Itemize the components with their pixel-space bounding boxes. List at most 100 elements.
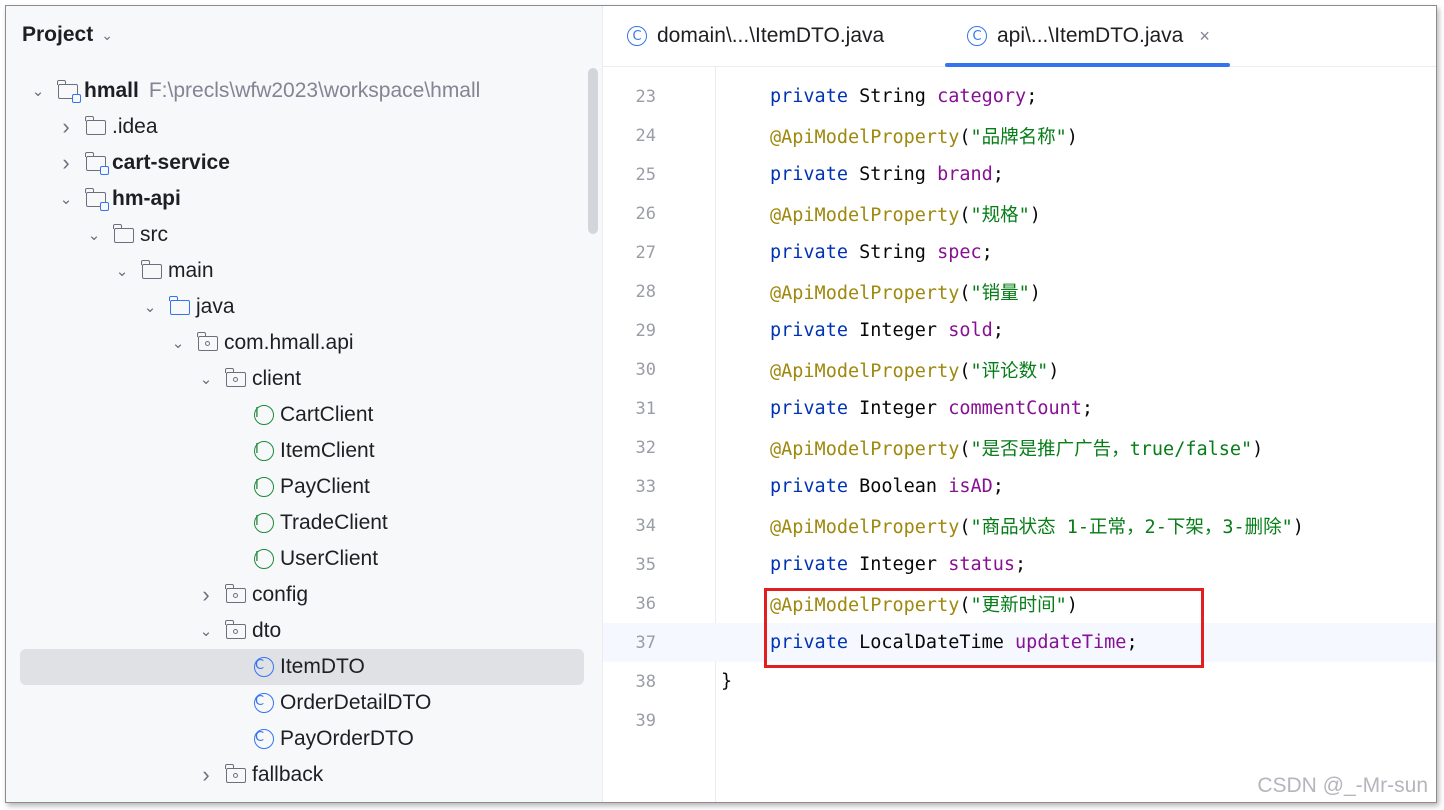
code-text: @ApiModelProperty("评论数") — [770, 360, 1060, 382]
code-line[interactable]: 31 private Integer commentCount; — [603, 389, 1436, 428]
line-number: 34 — [635, 515, 656, 536]
tree-item[interactable]: I ItemClient — [20, 433, 584, 469]
class-icon: C — [254, 657, 274, 677]
tree-item[interactable]: I CartClient — [20, 397, 584, 433]
code-line[interactable]: 29 private Integer sold; — [603, 311, 1436, 350]
chevron-right-icon[interactable]: › — [198, 582, 214, 608]
line-number: 27 — [635, 242, 656, 263]
tab-domain-itemdto[interactable]: Cdomain\...\ItemDTO.java — [627, 6, 884, 66]
package-icon — [225, 583, 246, 603]
tree-item[interactable]: › config — [20, 577, 584, 613]
chevron-down-icon[interactable]: ⌄ — [198, 370, 214, 388]
tree-item[interactable]: ⌄ dto — [20, 613, 584, 649]
project-panel: Project ⌄ ⌄ hmall F:\precls\wfw2023\worksp… — [6, 6, 603, 802]
line-number: 36 — [635, 593, 656, 614]
code-line[interactable]: 33 private Boolean isAD; — [603, 467, 1436, 506]
tree-item[interactable]: C PayOrderDTO — [20, 721, 584, 757]
code-text: private String category; — [770, 86, 1038, 107]
code-text: @ApiModelProperty("规格") — [770, 204, 1041, 226]
chevron-down-icon[interactable]: ⌄ — [142, 298, 158, 316]
package-icon — [225, 367, 246, 387]
code-line[interactable]: 26 @ApiModelProperty("规格") — [603, 194, 1436, 233]
chevron-down-icon[interactable]: ⌄ — [170, 334, 186, 352]
line-number: 32 — [635, 437, 656, 458]
tree-item-label: java — [196, 295, 235, 318]
tree-item[interactable]: › .idea — [20, 109, 584, 145]
ide-window: Project ⌄ ⌄ hmall F:\precls\wfw2023\worksp… — [5, 5, 1437, 803]
chevron-down-icon[interactable]: ⌄ — [114, 262, 130, 280]
code-text: private Boolean isAD; — [770, 476, 1004, 497]
tab-api-itemdto[interactable]: Capi\...\ItemDTO.java × — [945, 6, 1230, 67]
chevron-down-icon[interactable]: ⌄ — [58, 190, 74, 208]
code-line[interactable]: 35 private Integer status; — [603, 545, 1436, 584]
tree-item-label: hm-api — [112, 187, 181, 210]
code-line[interactable]: 27 private String spec; — [603, 233, 1436, 272]
tree-item[interactable]: ⌄ src — [20, 217, 584, 253]
code-line[interactable]: 30 @ApiModelProperty("评论数") — [603, 350, 1436, 389]
package-icon — [225, 619, 246, 639]
code-line[interactable]: 24 @ApiModelProperty("品牌名称") — [603, 116, 1436, 155]
tab-label: api\...\ItemDTO.java — [997, 24, 1184, 47]
chevron-right-icon[interactable]: › — [58, 150, 74, 176]
tree-item[interactable]: I PayClient — [20, 469, 584, 505]
tree-item-label: ItemDTO — [280, 655, 365, 678]
code-line[interactable]: 23 private String category; — [603, 77, 1436, 116]
interface-icon: I — [254, 405, 274, 425]
source-folder-icon — [169, 295, 190, 315]
tree-item-label: main — [168, 259, 214, 282]
line-number: 23 — [635, 86, 656, 107]
tree-item[interactable]: C ItemDTO — [20, 649, 584, 685]
code-text: @ApiModelProperty("品牌名称") — [770, 126, 1078, 148]
tree-item[interactable]: ⌄ main — [20, 253, 584, 289]
line-number: 30 — [635, 359, 656, 380]
class-icon: C — [627, 26, 647, 46]
chevron-down-icon[interactable]: ⌄ — [30, 82, 46, 100]
chevron-down-icon: ⌄ — [101, 26, 113, 43]
code-line[interactable]: 25 private String brand; — [603, 155, 1436, 194]
chevron-right-icon[interactable]: › — [198, 762, 214, 788]
tree-item[interactable]: ⌄ com.hmall.api — [20, 325, 584, 361]
tree-item-label: PayClient — [280, 475, 370, 498]
code-text: @ApiModelProperty("商品状态 1-正常，2-下架，3-删除") — [770, 516, 1304, 538]
code-line[interactable]: 34 @ApiModelProperty("商品状态 1-正常，2-下架，3-删除… — [603, 506, 1436, 545]
tree-item-label: src — [140, 223, 168, 246]
tree-item-label: ItemClient — [280, 439, 375, 462]
tree-item[interactable]: C OrderDetailDTO — [20, 685, 584, 721]
tree-item[interactable]: ⌄ client — [20, 361, 584, 397]
folder-icon — [141, 259, 162, 279]
class-icon: C — [967, 26, 987, 46]
tree-item[interactable]: ⌄ java — [20, 289, 584, 325]
tree-item-label: TradeClient — [280, 511, 388, 534]
tree-item-label: OrderDetailDTO — [280, 691, 432, 714]
tree-item-label: UserClient — [280, 547, 379, 570]
tree-item[interactable]: ⌄ hm-api — [20, 181, 584, 217]
close-icon[interactable]: × — [1199, 26, 1210, 47]
interface-icon: I — [254, 549, 274, 569]
tree-item[interactable]: › fallback — [20, 757, 584, 793]
module-folder-icon — [85, 151, 109, 175]
tree-item-label: CartClient — [280, 403, 374, 426]
project-view-selector[interactable]: Project ⌄ — [22, 20, 113, 50]
line-number: 29 — [635, 320, 656, 341]
folder-icon — [85, 115, 106, 135]
interface-icon: I — [254, 441, 274, 461]
line-number: 37 — [635, 632, 656, 653]
code-line[interactable]: 28 @ApiModelProperty("销量") — [603, 272, 1436, 311]
interface-icon: I — [254, 477, 274, 497]
chevron-right-icon[interactable]: › — [58, 114, 74, 140]
package-icon — [225, 763, 246, 783]
tree-item[interactable]: ⌄ hmall F:\precls\wfw2023\workspace\hmall — [20, 73, 584, 109]
code-text: private String spec; — [770, 242, 993, 263]
line-number: 39 — [635, 710, 656, 731]
tree-item[interactable]: I TradeClient — [20, 505, 584, 541]
chevron-down-icon[interactable]: ⌄ — [198, 622, 214, 640]
tree-scrollbar[interactable] — [588, 68, 598, 234]
code-line[interactable]: 32 @ApiModelProperty("是否是推广广告，true/false"… — [603, 428, 1436, 467]
tree-item-label: fallback — [252, 763, 324, 786]
code-line[interactable]: 39 — [603, 701, 1436, 740]
tree-item[interactable]: I UserClient — [20, 541, 584, 577]
tree-item-label: PayOrderDTO — [280, 727, 414, 750]
chevron-down-icon[interactable]: ⌄ — [86, 226, 102, 244]
tree-item[interactable]: › cart-service — [20, 145, 584, 181]
highlight-annotation-box — [764, 588, 1204, 668]
